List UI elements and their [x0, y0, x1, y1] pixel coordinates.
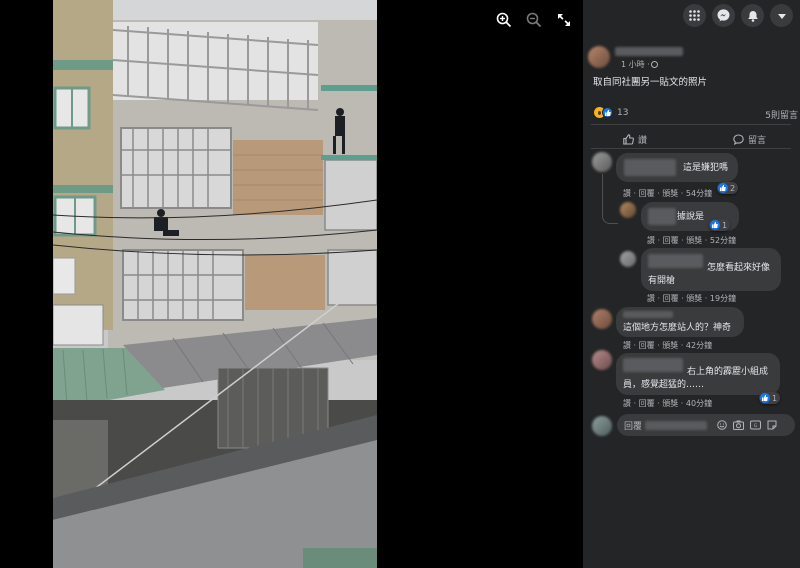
comment-actions[interactable]: 讚 · 回覆 · 頒獎 · 42分鐘 — [623, 340, 712, 351]
commenter-name-blurred[interactable] — [623, 311, 673, 318]
post-panel: 1 小時 · 取自同社團另一貼文的照片 13 5則留言 讚 留言 這是嫌犯嗎 2… — [583, 0, 800, 568]
like-button[interactable]: 讚 — [623, 133, 647, 146]
like-reaction-icon — [710, 220, 720, 230]
sticker-icon[interactable] — [767, 420, 777, 430]
comment-bubble: 這個地方怎麼站人的？神奇 — [616, 307, 744, 337]
comment-text-line2: 員，感覺超猛的…… — [623, 380, 705, 390]
comment-text-line1: 怎麼看起來好像 — [707, 263, 771, 273]
notifications-icon[interactable] — [741, 4, 764, 27]
comment-icon — [733, 134, 744, 145]
post-time[interactable]: 1 小時 · — [621, 59, 658, 70]
fullscreen-icon[interactable] — [554, 10, 574, 30]
like-label: 讚 — [638, 136, 648, 146]
comment-reactions[interactable]: 2 — [717, 182, 739, 194]
emoji-icon[interactable] — [717, 420, 727, 430]
comment-text: 據說是 — [677, 212, 705, 222]
reaction-count: 13 — [617, 107, 629, 118]
comment-reaction-count: 2 — [730, 183, 736, 193]
post-caption: 取自同社團另一貼文的照片 — [593, 77, 708, 88]
commenter-name-blurred[interactable] — [623, 358, 683, 372]
comment-text-line2: 有開槍 — [648, 276, 676, 286]
reply-thread-line — [602, 174, 618, 224]
commenter-avatar[interactable] — [592, 309, 612, 329]
commenter-avatar[interactable] — [592, 152, 612, 172]
comment-count[interactable]: 5則留言 — [765, 108, 798, 121]
building-photo-illustration — [53, 0, 377, 568]
comment-reactions[interactable]: 1 — [759, 392, 781, 404]
post-time-label: 1 小時 · — [621, 60, 650, 69]
zoom-out-icon[interactable] — [524, 10, 544, 30]
gif-icon[interactable]: G — [750, 420, 762, 430]
comment-reaction-count: 1 — [722, 220, 728, 230]
messenger-icon[interactable] — [712, 4, 735, 27]
comment-label: 留言 — [748, 136, 767, 146]
comment-actions[interactable]: 讚 · 回覆 · 頒獎 · 52分鐘 — [647, 235, 736, 246]
comment-text: 這是嫌犯嗎 — [683, 163, 729, 173]
reply-input[interactable]: 回覆 G — [617, 414, 795, 436]
globe-icon — [650, 61, 658, 68]
photo[interactable] — [53, 0, 377, 568]
like-reaction-icon — [602, 107, 613, 118]
divider-bottom — [591, 148, 791, 149]
comment-actions[interactable]: 讚 · 回覆 · 頒獎 · 54分鐘 — [623, 188, 712, 199]
comment-bubble: 這是嫌犯嗎 — [616, 153, 738, 182]
reply-placeholder: 回覆 — [624, 421, 643, 432]
comment-actions[interactable]: 讚 · 回覆 · 頒獎 · 19分鐘 — [647, 293, 736, 304]
commenter-avatar[interactable] — [592, 350, 612, 370]
comment-text-line1: 右上角的霹靂小組成 — [687, 367, 769, 377]
menu-grid-icon[interactable] — [683, 4, 706, 27]
comment-bubble: 怎麼看起來好像 有開槍 — [641, 248, 781, 291]
commenter-avatar[interactable] — [620, 202, 636, 218]
camera-icon[interactable] — [733, 420, 745, 430]
divider-top — [591, 124, 791, 125]
commenter-name-blurred[interactable] — [624, 159, 676, 176]
reaction-summary[interactable]: 13 — [594, 107, 628, 118]
comment-text: 這個地方怎麼站人的？神奇 — [623, 323, 732, 333]
poster-name-blurred[interactable] — [615, 47, 683, 56]
comment-reaction-count: 1 — [772, 393, 778, 403]
commenter-name-blurred[interactable] — [648, 254, 703, 268]
commenter-name-blurred[interactable] — [648, 208, 676, 225]
comment-actions[interactable]: 讚 · 回覆 · 頒獎 · 40分鐘 — [623, 398, 712, 409]
comment-button[interactable]: 留言 — [733, 133, 766, 146]
thumbs-up-icon — [623, 134, 634, 145]
current-user-avatar[interactable] — [592, 416, 612, 436]
poster-avatar[interactable] — [588, 46, 610, 68]
photo-viewer — [0, 0, 583, 568]
svg-text:G: G — [754, 423, 758, 429]
commenter-avatar[interactable] — [620, 251, 636, 267]
like-reaction-icon — [718, 183, 728, 193]
comment-bubble: 右上角的霹靂小組成 員，感覺超猛的…… — [616, 353, 780, 395]
account-arrow-icon[interactable] — [770, 4, 793, 27]
comment-reactions[interactable]: 1 — [709, 219, 731, 231]
reply-target-name-blurred — [645, 420, 708, 430]
like-reaction-icon — [760, 393, 770, 403]
zoom-in-icon[interactable] — [494, 10, 514, 30]
